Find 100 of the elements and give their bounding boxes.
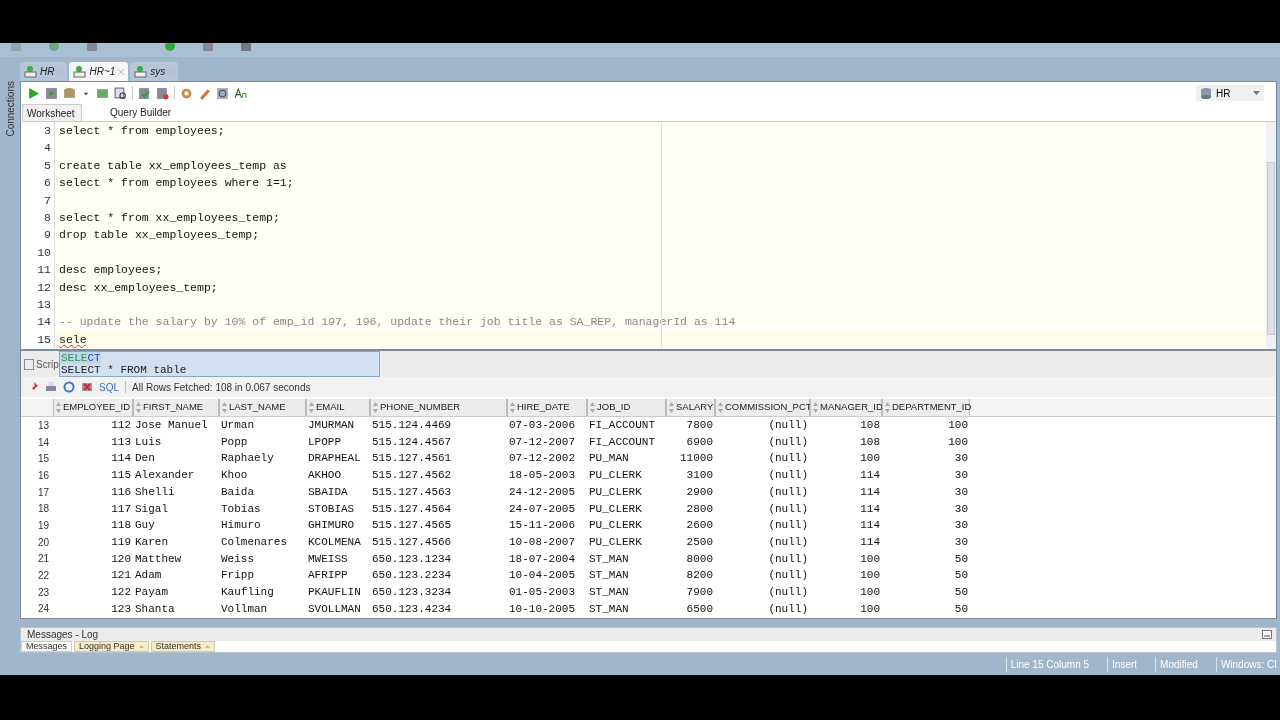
log-tab[interactable]: Logging Page [74,641,149,652]
table-cell-text: PKAUFLIN [307,584,362,600]
table-cell-text: 116 [110,484,132,500]
column-header[interactable]: EMPLOYEE_ID [53,399,133,416]
table-cell-text: 515.127.4563 [371,484,453,500]
table-cell-text: 2500 [685,534,714,550]
sort-icon [590,402,595,413]
table-cell-text: PU_CLERK [588,534,643,550]
column-header[interactable]: COMMISSION_PCT [715,399,810,416]
table-cell-text: DRAPHEAL [307,451,362,467]
table-cell-text: 30 [953,468,969,484]
table-cell-text: Matthew [134,551,183,567]
table-cell-text: 650.123.2234 [371,568,453,584]
magnifier-icon[interactable] [114,86,127,100]
table-cell-text: 8000 [685,551,714,567]
editor-tab[interactable]: Worksheet [22,104,82,121]
refresh-icon[interactable] [63,381,75,393]
sort-icon [885,402,890,413]
status-text: Insert [1107,656,1138,672]
row-number: 20 [36,535,50,550]
run-icon[interactable] [27,86,40,100]
table-cell-text: 2800 [685,501,714,517]
table-cell-text: 100 [947,434,969,450]
column-header[interactable]: EMAIL [306,399,370,416]
table-cell-text: Fripp [220,568,255,584]
column-header[interactable]: LAST_NAME [219,399,306,416]
table-cell-text: 3100 [685,468,714,484]
column-header[interactable]: PHONE_NUMBER [370,399,507,416]
table-cell-text: (null) [767,551,809,567]
table-cell-text: 515.127.4565 [371,518,453,534]
table-cell-text: (null) [767,468,809,484]
table-cell-text: Popp [220,434,249,450]
connection-dropdown[interactable]: HR [1196,85,1264,101]
toolbar-icon[interactable] [202,43,214,53]
table-cell-text: (null) [767,501,809,517]
rollback-icon[interactable] [156,86,169,100]
toolbar-icon[interactable] [240,43,252,53]
table-cell-text: 515.124.4469 [371,418,453,434]
table-cell-text: 515.127.4562 [371,468,453,484]
table-cell-text: 650.123.3234 [371,584,453,600]
fetch-status: All Rows Fetched: 108 in 0.067 seconds [132,380,311,395]
code-comment: -- update the salary by 10% of emp_id 197, 196, update their job title as SA_REP, managerId as 114 [58,314,736,331]
minimize-icon[interactable] [1262,630,1272,639]
connection-tab[interactable]: HR~1 [69,62,129,81]
column-header[interactable]: SALARY [666,399,715,416]
table-cell-text: Himuro [220,518,262,534]
log-tab[interactable]: Messages [21,641,73,652]
delete-icon[interactable] [81,381,93,393]
suggestion-item[interactable]: SELECT * FROM table [61,364,187,376]
table-cell-text: GHIMURO [307,518,356,534]
round-toolbar-icon[interactable] [164,43,176,53]
connection-tab[interactable]: HR [20,62,68,81]
table-cell-text: 10-10-2005 [508,601,576,617]
table-cell-text: 515.124.4567 [371,434,453,450]
line-number: 11 [21,261,55,279]
table-cell-text: 07-03-2006 [508,418,576,434]
column-header[interactable]: FIRST_NAME [133,399,219,416]
table-cell-text: ST_MAN [588,551,630,567]
table-cell-text: 114 [110,451,132,467]
table-cell-text: 108 [859,418,881,434]
row-number: 24 [36,602,50,617]
table-cell-text: 18-05-2003 [508,468,576,484]
column-header[interactable]: DEPARTMENT_ID [882,399,970,416]
table-cell-text: AFRIPP [307,568,349,584]
sort-icon [718,402,723,413]
table-cell-text: AKHOO [307,468,342,484]
sort-icon [56,402,61,413]
sql-button[interactable]: SQL [99,379,119,395]
column-header[interactable]: HIRE_DATE [507,399,587,416]
log-tab[interactable]: Statements [150,641,216,652]
line-number: 14 [21,313,55,331]
column-header[interactable]: JOB_ID [587,399,666,416]
table-cell-text: PU_CLERK [588,501,643,517]
table-cell-text: Luis [134,434,163,450]
table-cell-text: 18-07-2004 [508,551,576,567]
table-cell-text: 6900 [685,434,714,450]
database-user-icon [24,65,37,78]
database-icon[interactable] [63,86,76,100]
table-cell-text: 30 [953,534,969,550]
table-cell-text: 115 [110,468,132,484]
connections-tab[interactable]: Connections [2,81,18,137]
printer-icon[interactable] [45,381,57,393]
sort-icon [669,402,674,413]
row-number: 15 [36,452,50,467]
run-script-icon[interactable] [45,86,58,100]
table-cell-text: 30 [953,484,969,500]
database-user-icon [73,65,87,78]
table-cell-text: Shanta [134,601,176,617]
toolbar-icon[interactable] [86,43,98,53]
text-case-icon[interactable] [234,86,247,100]
table-cell-text: 50 [953,551,969,567]
table-cell-text: Raphaely [220,451,275,467]
suggestion-item[interactable]: SELECT [61,352,101,364]
table-cell-text: 8200 [685,568,714,584]
table-cell-text: 30 [953,518,969,534]
scrollbar[interactable] [1266,122,1276,349]
script-output-tab[interactable]: Scrip [24,356,59,372]
connection-tab[interactable]: sys [130,62,179,81]
commit-icon[interactable] [138,86,151,100]
column-header[interactable]: MANAGER_ID [810,399,882,416]
